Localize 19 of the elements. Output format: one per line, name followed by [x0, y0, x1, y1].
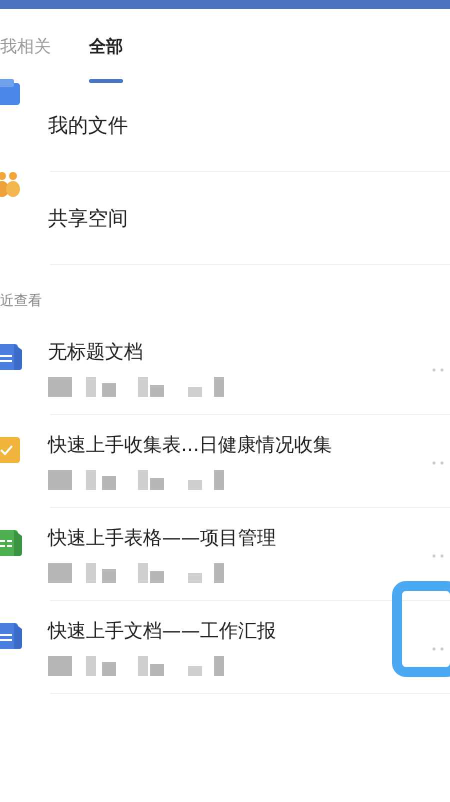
checklist-icon [0, 437, 22, 463]
more-icon[interactable] [432, 368, 444, 372]
folder-icon [0, 79, 22, 105]
more-icon[interactable] [432, 647, 444, 651]
document-icon [0, 623, 22, 649]
file-title[interactable]: 快速上手文档——工作汇报 [48, 617, 406, 646]
place-item[interactable]: 共享空间 [48, 203, 128, 233]
file-title[interactable]: 无标题文档 [48, 338, 406, 366]
file-title[interactable]: 快速上手收集表...日健康情况收集 [48, 431, 406, 460]
document-icon [0, 344, 22, 370]
section-title: 近查看 [0, 292, 43, 311]
file-title[interactable]: 快速上手表格——项目管理 [48, 524, 406, 552]
more-icon[interactable] [432, 554, 444, 558]
spreadsheet-icon [0, 530, 22, 556]
tab-indicator [89, 78, 123, 82]
more-icon[interactable] [432, 461, 444, 465]
place-item[interactable]: 我的文件 [48, 110, 128, 140]
people-icon [0, 172, 22, 198]
tab[interactable]: 全部 [89, 35, 123, 70]
